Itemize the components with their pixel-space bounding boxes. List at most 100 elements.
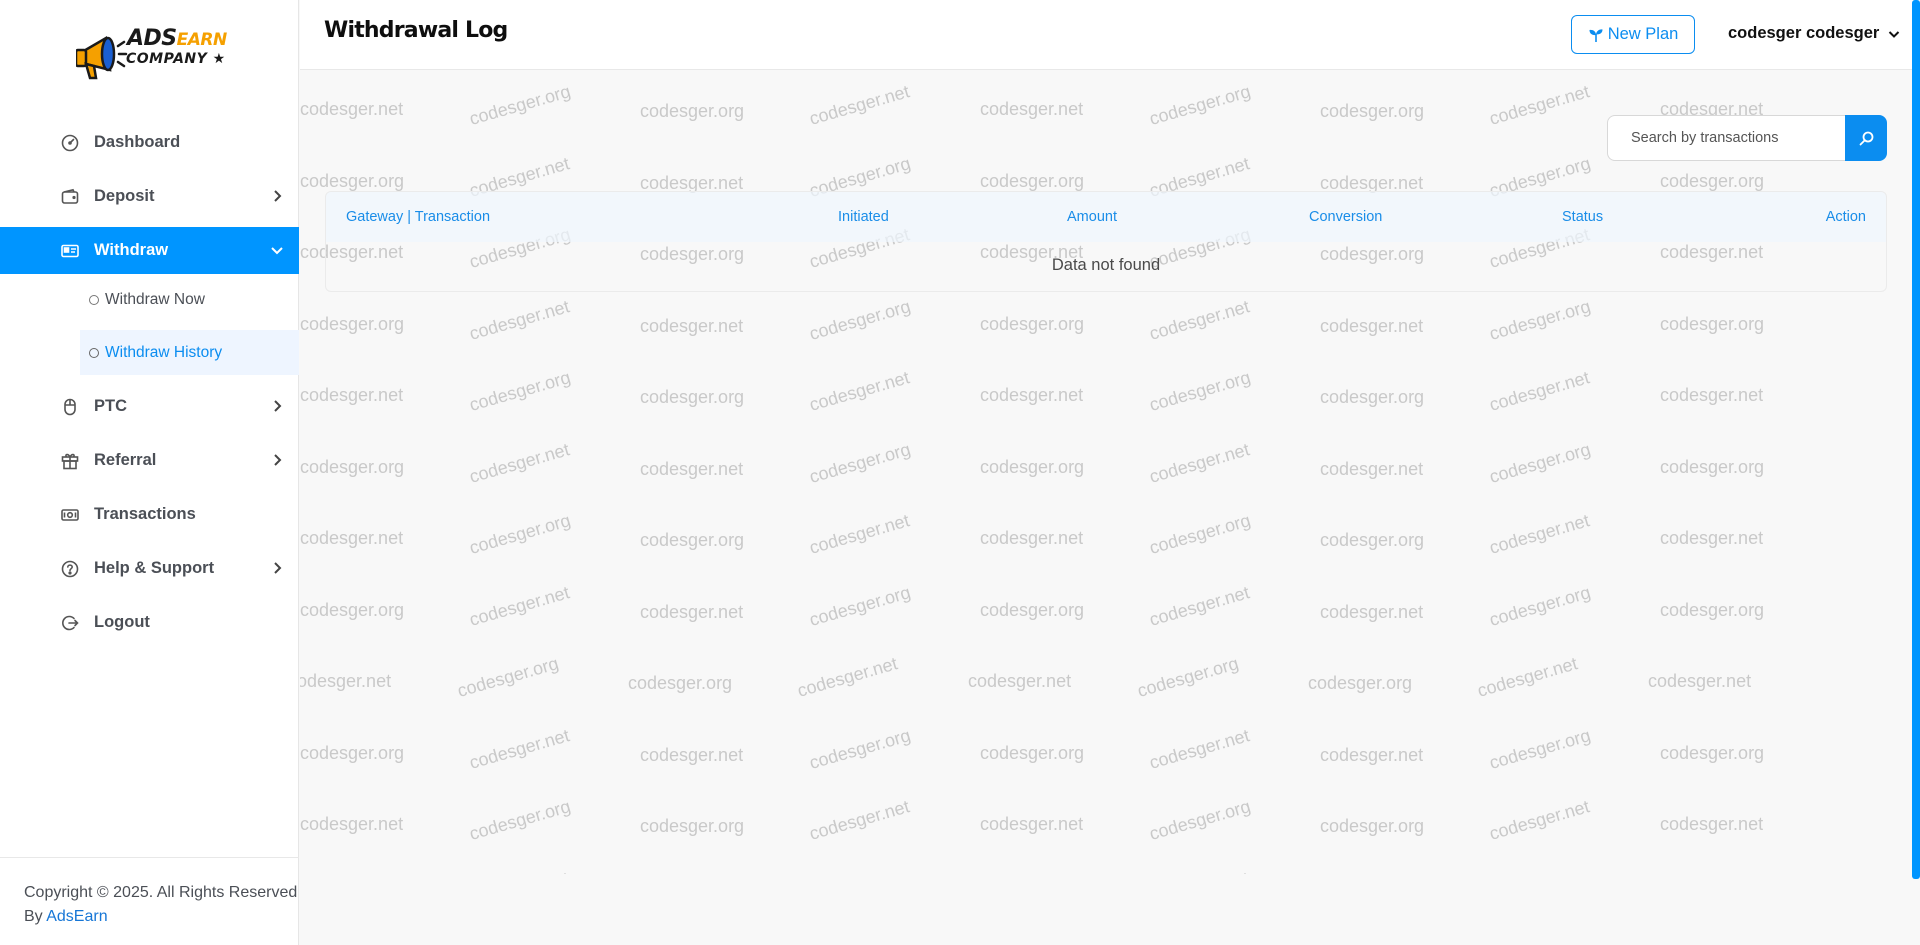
watermark-text: codesger.org [1320, 387, 1425, 407]
watermark-text: codesger.org [1487, 581, 1593, 630]
watermark-text: codesger.net [467, 295, 572, 344]
watermark-text: codesger.org [467, 510, 573, 558]
watermark-text: codesger.net [807, 81, 912, 129]
column-header-amount: Amount [1067, 209, 1117, 225]
watermark-text: codesger.net [980, 528, 1084, 548]
watermark-text: codesger.net [1487, 367, 1592, 415]
money-icon [61, 506, 79, 524]
sidebar-subitem-withdraw-now[interactable]: Withdraw Now [80, 277, 299, 322]
search-button[interactable] [1845, 115, 1887, 161]
watermark-text: codesger.org [640, 101, 745, 121]
watermark-text: codesger.org [640, 816, 745, 836]
watermark-text: codesger.org [1135, 653, 1241, 701]
watermark-text: codesger.net [1320, 458, 1424, 479]
watermark-text: codesger.org [300, 599, 405, 620]
watermark-text: codesger.net [1660, 385, 1764, 405]
column-header-gateway: Gateway | Transaction [346, 209, 491, 225]
watermark-text: codesger.net [640, 458, 744, 479]
watermark-text: codesger.net [807, 510, 912, 558]
column-header-action: Action [1825, 209, 1866, 225]
watermark-text: codesger.org [640, 387, 745, 407]
mouse-icon [61, 398, 79, 416]
sidebar-item-logout[interactable]: Logout [0, 599, 299, 646]
sidebar-subitem-withdraw-history[interactable]: Withdraw History [80, 330, 299, 375]
watermark-text: codesger.net [1147, 724, 1252, 773]
watermark-text: codesger.net [467, 581, 572, 630]
watermark-text: codesger.org [807, 295, 913, 344]
sidebar-item-ptc[interactable]: PTC [0, 383, 299, 430]
watermark-text: codesger.net [1487, 510, 1592, 558]
sidebar-item-label: PTC [94, 397, 127, 415]
column-header-conversion: Conversion [1309, 209, 1383, 225]
page-scrollbar[interactable] [1912, 0, 1920, 879]
column-header-initiated: Initiated [838, 209, 889, 225]
watermark-text: codesger.net [640, 315, 744, 336]
chevron-right-icon [274, 190, 282, 202]
megaphone-icon [76, 35, 128, 80]
search-input[interactable] [1607, 115, 1845, 161]
watermark-text: codesger.net [300, 385, 404, 405]
user-menu[interactable]: codesger codesger [1728, 24, 1901, 43]
watermark-text: codesger.net [467, 868, 572, 874]
sidebar-subitem-label: Withdraw History [105, 343, 223, 361]
watermark-text: codesger.org [980, 170, 1085, 191]
gauge-icon [61, 134, 79, 152]
new-plan-label: New Plan [1607, 25, 1679, 43]
page-title: Withdrawal Log [324, 18, 508, 43]
watermark-text: codesger.org [1320, 816, 1425, 836]
chevron-right-icon [274, 454, 282, 466]
watermark-text: codesger.org [1147, 367, 1253, 415]
chevron-right-icon [274, 400, 282, 412]
sidebar-footer: Copyright © 2025. All Rights Reserved By… [0, 857, 299, 945]
watermark-text: codesger.org [1660, 456, 1765, 477]
user-name: codesger codesger [1728, 24, 1880, 42]
watermark-text: codesger.org [1320, 101, 1425, 121]
brand-logo[interactable]: ADSEARN COMPANY ★ [76, 22, 227, 84]
watermark-text: codesger.net [1147, 295, 1252, 344]
wallet-icon [61, 188, 79, 206]
sidebar-item-label: Withdraw [94, 241, 169, 259]
watermark-text: codesger.net [807, 796, 912, 844]
watermark-text: codesger.net [1147, 438, 1252, 487]
circle-icon [89, 294, 99, 305]
sidebar-item-dashboard[interactable]: Dashboard [0, 119, 299, 166]
watermark-text: codesger.org [980, 599, 1085, 620]
watermark-text: codesger.net [467, 724, 572, 773]
watermark-text: codesger.net [300, 99, 404, 119]
watermark-text: codesger.net [467, 438, 572, 487]
watermark-text: codesger.net [968, 671, 1072, 691]
table-body: Data not found [326, 242, 1886, 291]
watermark-text: codesger.org [807, 868, 913, 874]
sidebar-item-deposit[interactable]: Deposit [0, 173, 299, 220]
cash-card-icon [61, 242, 79, 260]
sidebar-item-withdraw[interactable]: Withdraw [0, 227, 299, 274]
sidebar-item-transactions[interactable]: Transactions [0, 491, 299, 538]
watermark-text: codesger.org [467, 367, 573, 415]
sprout-icon [1589, 28, 1603, 42]
watermark-text: codesger.net [640, 601, 744, 622]
watermark-text: codesger.org [980, 742, 1085, 763]
watermark-text: codesger.net [300, 528, 404, 548]
watermark-text: codesger.org [1487, 868, 1593, 874]
watermark-text: codesger.net [807, 367, 912, 415]
watermark-text: codesger.org [467, 81, 573, 129]
new-plan-button[interactable]: New Plan [1571, 15, 1695, 54]
sidebar-item-referral[interactable]: Referral [0, 437, 299, 484]
table-header: Gateway | Transaction Initiated Amount C… [326, 192, 1886, 242]
watermark-text: codesger.org [1308, 673, 1413, 693]
main-content: codesger.net codesger.org codesger.net code… [300, 71, 1912, 945]
watermark-text: codesger.org [980, 313, 1085, 334]
chevron-down-icon [271, 247, 283, 255]
gift-icon [61, 452, 79, 470]
watermark-text: codesger.org [640, 530, 745, 550]
watermark-text: codesger.org [1320, 530, 1425, 550]
watermark-text: codesger.org [807, 438, 913, 487]
watermark-text: codesger.net [980, 99, 1084, 119]
sidebar: ADSEARN COMPANY ★ Dashboard Deposit With… [0, 0, 299, 945]
logout-icon [61, 614, 79, 632]
chevron-right-icon [274, 562, 282, 574]
sidebar-item-help-support[interactable]: Help & Support [0, 545, 299, 592]
footer-brand-link[interactable]: AdsEarn [46, 908, 107, 925]
watermark-text: codesger.net [1147, 581, 1252, 630]
sidebar-item-label: Deposit [94, 187, 155, 205]
